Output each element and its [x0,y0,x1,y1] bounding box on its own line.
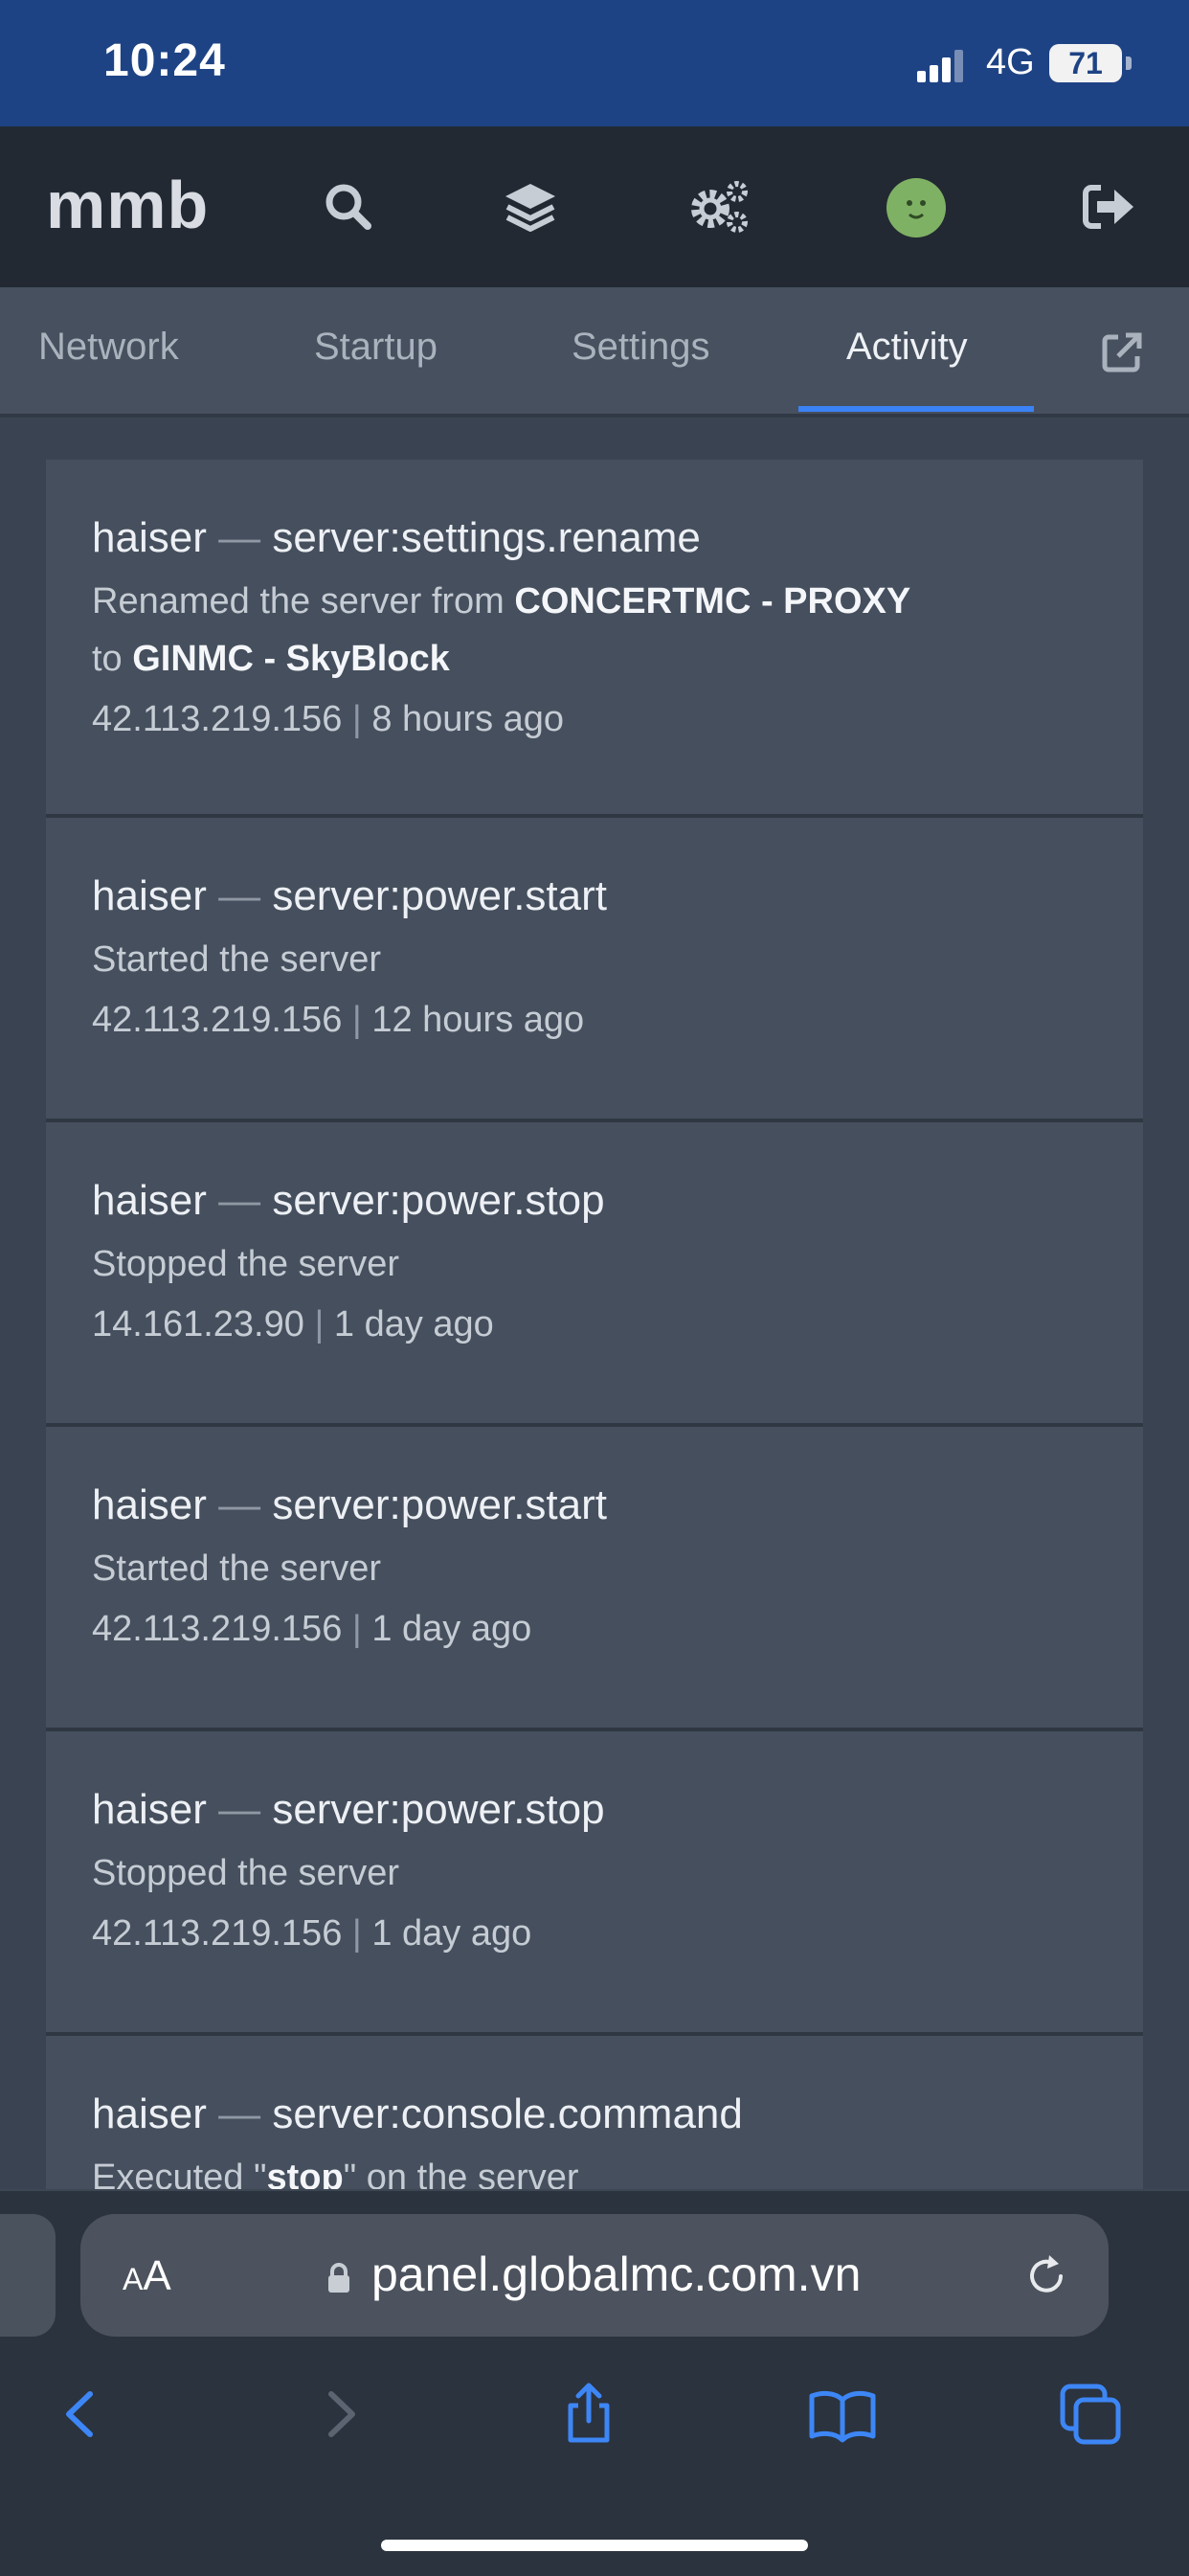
meta-separator: | [351,1913,362,1954]
activity-time: 1 day ago [371,1913,532,1954]
desc-new-name: GINMC - SkyBlock [132,639,450,679]
battery-icon: 71 [1049,44,1122,82]
title-separator: — [218,1177,261,1224]
sign-out-icon[interactable] [1080,178,1137,236]
search-icon[interactable] [320,178,377,236]
activity-event: server:settings.rename [272,514,701,561]
activity-title: haiser — server:power.stop [92,1785,1097,1835]
activity-item[interactable]: haiser — server:power.start Started the … [46,818,1143,1122]
divider [0,414,1189,418]
activity-title: haiser — server:power.start [92,1480,1097,1530]
tabs-icon[interactable] [1057,2381,1124,2448]
activity-item[interactable]: haiser — server:power.start Started the … [46,1427,1143,1731]
browser-toolbar: AA panel.globalmc.com.vn [0,2189,1189,2576]
activity-time: 12 hours ago [371,1000,585,1040]
tab-startup[interactable]: Startup [314,326,437,369]
activity-meta: 42.113.219.156 | 1 day ago [92,1609,1097,1650]
forward-icon[interactable] [306,2381,373,2448]
activity-description: Started the server [92,939,382,980]
activity-ip: 42.113.219.156 [92,1913,343,1954]
back-icon[interactable] [48,2381,115,2448]
title-separator: — [218,2090,261,2137]
activity-event: server:power.stop [272,1177,605,1224]
activity-time: 1 day ago [371,1609,532,1649]
text-size-button[interactable]: AA [123,2252,171,2300]
title-separator: — [218,1481,261,1528]
tab-network[interactable]: Network [38,326,179,369]
activity-time: 8 hours ago [371,699,565,739]
activity-meta: 42.113.219.156 | 1 day ago [92,1913,1097,1955]
activity-meta: 42.113.219.156 | 12 hours ago [92,1000,1097,1041]
activity-description: Renamed the server from CONCERTMC - PROX… [92,573,1097,688]
app-header: mmb [0,126,1189,287]
avatar[interactable] [886,178,946,237]
meta-separator: | [351,1000,362,1040]
activity-item[interactable]: haiser — server:power.stop Stopped the s… [46,1731,1143,2036]
activity-meta: 42.113.219.156 | 8 hours ago [92,699,1097,740]
network-type: 4G [986,42,1035,82]
activity-user: haiser [92,514,207,561]
cogs-icon[interactable] [689,178,752,236]
external-link-icon[interactable] [1099,329,1145,375]
signal-icon [917,48,963,82]
activity-event: server:power.stop [272,1786,605,1833]
url-text: panel.globalmc.com.vn [371,2248,862,2301]
activity-user: haiser [92,1481,207,1528]
previous-tab-preview[interactable] [0,2214,56,2337]
battery-cap [1126,56,1132,70]
tab-settings[interactable]: Settings [572,326,710,369]
title-separator: — [218,514,261,561]
status-bar: 10:24 4G 71 [0,0,1189,126]
active-tab-indicator [798,406,1034,412]
activity-user: haiser [92,872,207,919]
status-time: 10:24 [103,35,226,86]
activity-description: Stopped the server [92,1244,400,1284]
meta-separator: | [314,1304,325,1344]
text-size-small-label: A [123,2262,144,2296]
title-separator: — [218,1786,261,1833]
activity-user: haiser [92,1786,207,1833]
home-indicator [381,2540,808,2551]
activity-item[interactable]: haiser — server:power.stop Stopped the s… [46,1122,1143,1427]
layers-icon[interactable] [502,178,559,236]
address-bar[interactable]: AA panel.globalmc.com.vn [80,2214,1109,2337]
activity-ip: 14.161.23.90 [92,1304,304,1344]
activity-title: haiser — server:power.stop [92,1176,1097,1226]
reload-icon[interactable] [1021,2250,1072,2302]
activity-item[interactable]: haiser — server:settings.rename Renamed … [46,460,1143,818]
share-icon[interactable] [555,2381,622,2448]
bookmarks-icon[interactable] [806,2381,879,2448]
activity-title: haiser — server:settings.rename [92,513,1097,563]
avatar-face-icon [907,200,926,219]
lock-icon [328,2263,349,2293]
activity-ip: 42.113.219.156 [92,1000,343,1040]
activity-ip: 42.113.219.156 [92,699,343,739]
desc-text: to [92,639,133,679]
activity-ip: 42.113.219.156 [92,1609,343,1649]
title-separator: — [218,872,261,919]
desc-text: Renamed the server from [92,581,515,621]
activity-event: server:power.start [272,872,607,919]
activity-description: Started the server [92,1548,382,1589]
activity-time: 1 day ago [333,1304,494,1344]
meta-separator: | [351,1609,362,1649]
activity-event: server:power.start [272,1481,607,1528]
desc-old-name: CONCERTMC - PROXY [514,581,911,621]
tab-bar: Network Startup Settings Activity [0,287,1189,416]
tab-activity[interactable]: Activity [846,326,968,369]
activity-title: haiser — server:console.command [92,2090,1097,2139]
activity-user: haiser [92,1177,207,1224]
activity-title: haiser — server:power.start [92,871,1097,921]
meta-separator: | [351,699,362,739]
activity-description: Stopped the server [92,1853,400,1893]
activity-list: haiser — server:settings.rename Renamed … [46,460,1143,2340]
brand-title[interactable]: mmb [46,167,209,243]
activity-event: server:console.command [272,2090,743,2137]
activity-meta: 14.161.23.90 | 1 day ago [92,1304,1097,1345]
activity-user: haiser [92,2090,207,2137]
text-size-large-label: A [143,2252,171,2299]
